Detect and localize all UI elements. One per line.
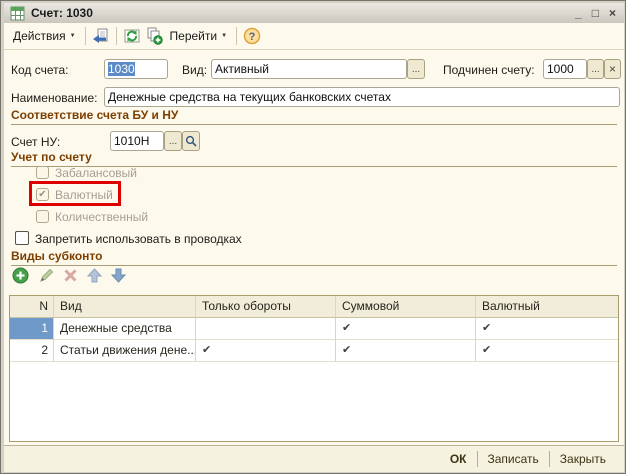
maximize-icon[interactable]: □ (592, 7, 599, 19)
ok-button[interactable]: ОК (440, 449, 477, 469)
reread-document-icon[interactable] (91, 26, 111, 46)
column-header-vid[interactable]: Вид (54, 296, 196, 317)
name-input[interactable] (104, 87, 620, 107)
minimize-icon[interactable]: _ (575, 7, 582, 19)
turnover-cell[interactable]: ✔ (196, 340, 336, 362)
kind-lookup-button[interactable]: ... (407, 59, 425, 79)
check-mark: ✔ (38, 190, 46, 200)
currency-checkbox: ✔ (36, 188, 49, 201)
close-icon[interactable]: × (609, 7, 616, 19)
dialog-window: Счет: 1030 _ □ × Действия ▼ (0, 0, 626, 474)
close-button[interactable]: Закрыть (550, 449, 616, 469)
parent-account-label: Подчинен счету: (443, 63, 535, 77)
parent-lookup-button[interactable]: ... (587, 59, 604, 79)
toolbar-separator (236, 27, 237, 45)
offbalance-checkbox (36, 166, 49, 179)
title-bar[interactable]: Счет: 1030 _ □ × (4, 3, 624, 23)
code-value: 1030 (108, 62, 135, 76)
sum-cell[interactable]: ✔ (336, 340, 476, 362)
currency-cell[interactable]: ✔ (476, 340, 618, 362)
row-number-cell[interactable]: 2 (10, 340, 54, 362)
nu-account-label: Счет НУ: (11, 135, 60, 149)
quantity-label: Количественный (55, 210, 148, 224)
turnover-cell[interactable] (196, 318, 336, 340)
move-down-icon[interactable] (110, 267, 127, 284)
window-title: Счет: 1030 (31, 6, 575, 20)
forbid-postings-checkbox[interactable] (15, 231, 29, 245)
actions-menu-button[interactable]: Действия ▼ (8, 26, 81, 46)
subconto-table: N Вид Только обороты Суммовой Валютный 1… (9, 295, 619, 442)
toolbar: Действия ▼ (4, 23, 624, 50)
copy-add-icon[interactable] (144, 26, 164, 46)
magnifier-icon[interactable] (182, 131, 200, 151)
section-correspondence: Соответствие счета БУ и НУ (11, 108, 617, 125)
move-up-icon[interactable] (86, 267, 103, 284)
save-button[interactable]: Записать (478, 449, 549, 469)
column-header-sum[interactable]: Суммовой (336, 296, 476, 317)
nu-account-input[interactable] (110, 131, 164, 151)
vid-cell[interactable]: Статьи движения дене... (54, 340, 196, 362)
toolbar-separator (116, 27, 117, 45)
table-row[interactable]: 2 Статьи движения дене... ✔ ✔ ✔ (10, 340, 618, 362)
chevron-down-icon: ▼ (221, 33, 227, 39)
delete-icon[interactable] (62, 267, 79, 284)
table-header-row: N Вид Только обороты Суммовой Валютный (10, 296, 618, 318)
column-header-currency[interactable]: Валютный (476, 296, 618, 317)
kind-input[interactable] (211, 59, 407, 79)
goto-menu-button[interactable]: Перейти ▼ (165, 26, 233, 46)
account-grid-icon (10, 6, 25, 21)
dialog-content: Действия ▼ (4, 23, 624, 472)
code-label: Код счета: (11, 63, 69, 77)
parent-clear-button[interactable]: × (604, 59, 621, 79)
parent-account-input[interactable] (543, 59, 587, 79)
quantity-checkbox (36, 210, 49, 223)
help-icon[interactable]: ? (242, 26, 262, 46)
row-number-cell[interactable]: 1 (10, 318, 54, 340)
section-accounting: Учет по счету (11, 150, 617, 167)
table-row[interactable]: 1 Денежные средства ✔ ✔ (10, 318, 618, 340)
section-subconto: Виды субконто (11, 249, 617, 266)
refresh-icon[interactable] (122, 26, 142, 46)
column-header-n[interactable]: N (10, 296, 54, 317)
code-input[interactable]: 1030 (104, 59, 168, 79)
toolbar-separator (85, 27, 86, 45)
currency-label: Валютный (55, 188, 113, 202)
vid-cell[interactable]: Денежные средства (54, 318, 196, 340)
chevron-down-icon: ▼ (70, 33, 76, 39)
offbalance-label: Забалансовый (55, 166, 137, 180)
name-label: Наименование: (11, 91, 98, 105)
sum-cell[interactable]: ✔ (336, 318, 476, 340)
edit-pencil-icon[interactable] (38, 267, 55, 284)
footer-bar: ОК Записать Закрыть (4, 446, 624, 472)
currency-cell[interactable]: ✔ (476, 318, 618, 340)
kind-label: Вид: (182, 63, 207, 77)
svg-text:?: ? (249, 31, 256, 43)
forbid-postings-label: Запретить использовать в проводках (35, 232, 242, 246)
add-icon[interactable] (12, 267, 29, 284)
nu-lookup-button[interactable]: ... (164, 131, 182, 151)
column-header-turnover[interactable]: Только обороты (196, 296, 336, 317)
